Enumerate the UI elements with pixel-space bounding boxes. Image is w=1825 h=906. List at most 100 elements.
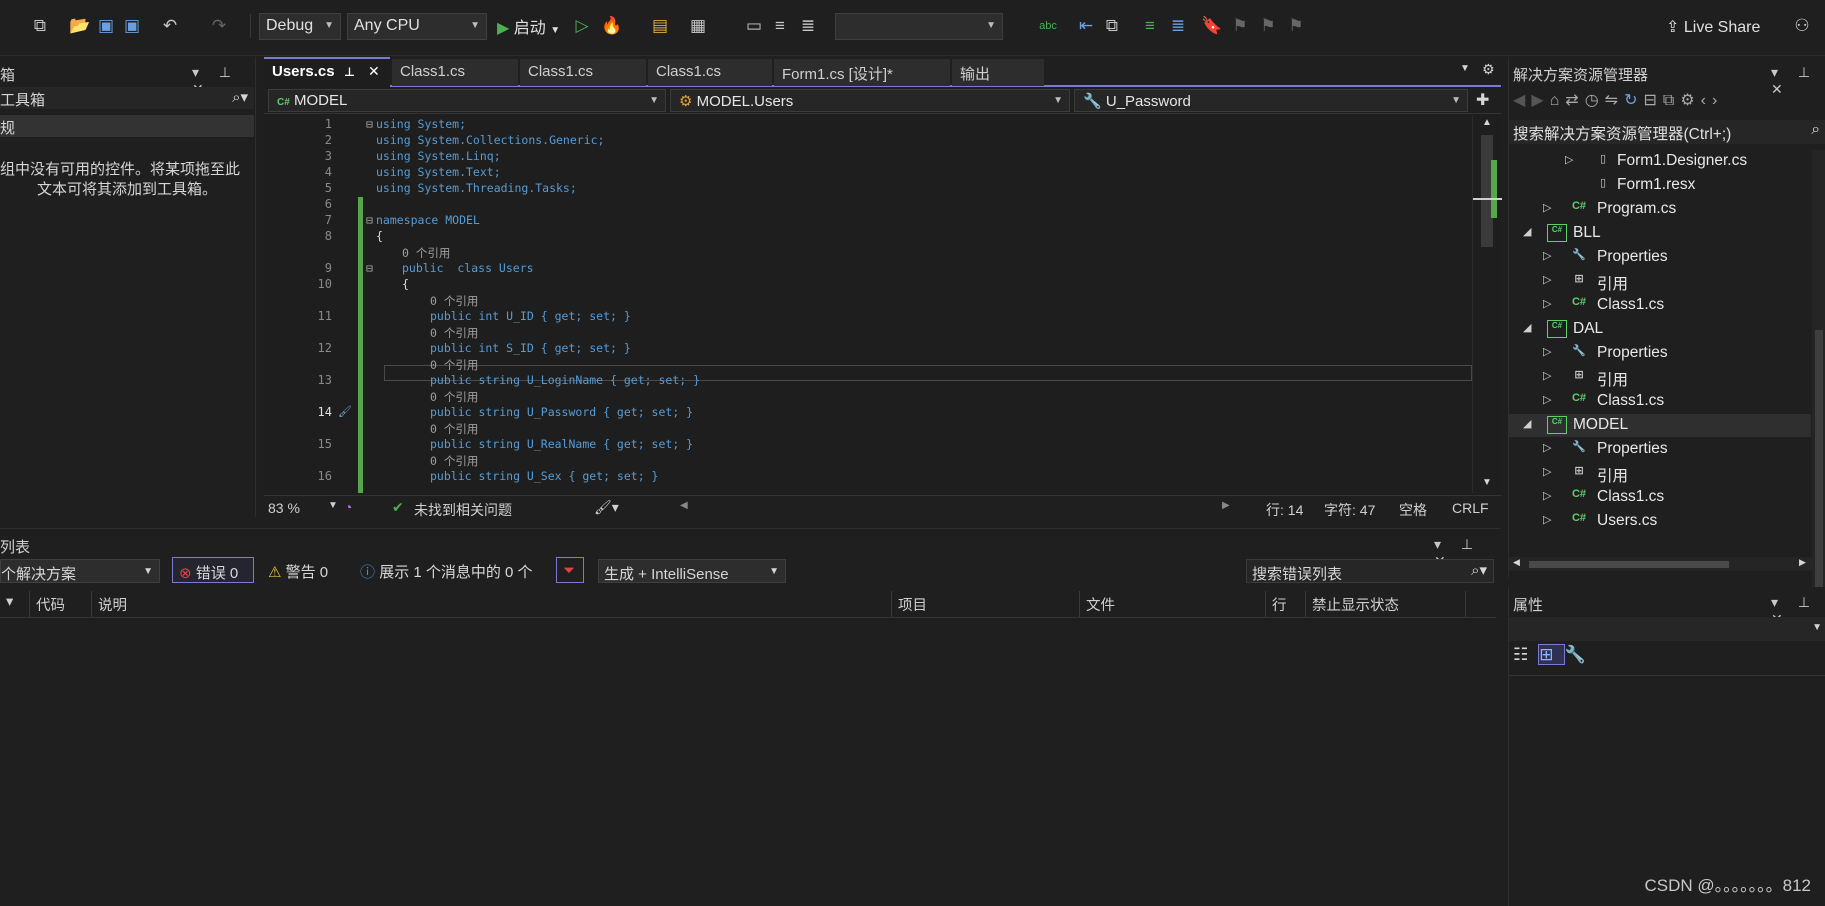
scroll-up-icon[interactable]: ▲: [1482, 117, 1492, 128]
reference-hint[interactable]: 0 个引用: [402, 245, 450, 261]
col-sort-icon[interactable]: ▾: [0, 591, 30, 617]
back-icon[interactable]: ◀: [1513, 92, 1531, 109]
collapse-icon[interactable]: ⊟: [366, 117, 373, 131]
build-source-select[interactable]: 生成 + IntelliSense ▼: [598, 559, 786, 583]
align-icon[interactable]: ≡: [768, 14, 792, 38]
copy-icon[interactable]: ⧉: [1663, 92, 1680, 109]
warnings-filter-button[interactable]: ⚠ 警告 0: [262, 557, 334, 583]
whitespace-mode[interactable]: 空格: [1399, 500, 1427, 520]
categorized-icon[interactable]: ☷: [1513, 645, 1538, 664]
home-icon[interactable]: ⌂: [1550, 92, 1566, 109]
tree-item-dal-references[interactable]: ▷ ⊞ 引用: [1509, 366, 1811, 389]
properties-toolbar[interactable]: ☷⊞🔧: [1513, 644, 1596, 671]
platform-select[interactable]: Any CPU ▼: [347, 13, 487, 40]
tree-item-form1-designer[interactable]: ▷ ▯ Form1.Designer.cs: [1509, 150, 1811, 173]
tree-item-dal-properties[interactable]: ▷ 🔧 Properties: [1509, 342, 1811, 365]
account-icon[interactable]: ⚇: [1790, 14, 1814, 38]
tree-item-model-references[interactable]: ▷ ⊞ 引用: [1509, 462, 1811, 485]
property-pages-icon[interactable]: 🔧: [1565, 645, 1596, 664]
reference-hint[interactable]: 0 个引用: [430, 453, 478, 469]
cleanup-brush-icon[interactable]: 🖌▾: [594, 499, 619, 516]
issues-status[interactable]: 未找到相关问题: [414, 500, 512, 520]
refresh-icon[interactable]: ↻: [1624, 92, 1643, 109]
editor-vertical-scrollbar[interactable]: ▲ ▼: [1472, 115, 1502, 493]
reference-hint[interactable]: 0 个引用: [430, 293, 478, 309]
reference-hint[interactable]: 0 个引用: [430, 357, 478, 373]
tab-class1-cs-2[interactable]: Class1.cs: [520, 59, 646, 86]
hot-reload-icon[interactable]: 🔥: [600, 14, 624, 38]
settings-icon[interactable]: ⚙: [1680, 92, 1700, 109]
solution-search-input[interactable]: 搜索解决方案资源管理器(Ctrl+;) ⌕: [1509, 120, 1825, 144]
scroll-right-icon[interactable]: ▶: [1799, 557, 1806, 568]
quick-action-brush-icon[interactable]: 🖌: [338, 405, 352, 418]
collapse-icon[interactable]: ⊟: [366, 261, 373, 275]
tab-class1-cs-1[interactable]: Class1.cs: [392, 59, 518, 86]
scroll-thumb[interactable]: [1815, 330, 1823, 610]
split-editor-icon[interactable]: ✚: [1476, 90, 1489, 110]
clear-bookmark-icon[interactable]: ⚑: [1284, 14, 1308, 38]
start-button[interactable]: ▶ 启动 ▼: [497, 14, 560, 38]
collapse-all-icon[interactable]: ⊟: [1643, 92, 1662, 109]
tree-item-bll-properties[interactable]: ▷ 🔧 Properties: [1509, 246, 1811, 269]
settings-gear-icon[interactable]: ⚙: [1482, 61, 1495, 78]
tree-item-model-properties[interactable]: ▷ 🔧 Properties: [1509, 438, 1811, 461]
tree-item-form1-resx[interactable]: ▯ Form1.resx: [1509, 174, 1811, 197]
zoom-dropdown-icon[interactable]: ▼: [328, 500, 338, 511]
folder-icon[interactable]: ▤: [648, 14, 672, 38]
type-nav-combo[interactable]: ⚙ MODEL.Users ▼: [670, 89, 1070, 112]
live-share-button[interactable]: ⇪ Live Share: [1666, 17, 1760, 37]
scope-select[interactable]: 个解决方案 ▼: [0, 559, 160, 583]
step-icon[interactable]: ⇤: [1074, 14, 1098, 38]
scroll-left-icon[interactable]: ◀: [1513, 557, 1520, 568]
undo-icon[interactable]: ↶: [158, 14, 182, 38]
tree-item-bll-class1[interactable]: ▷ C# Class1.cs: [1509, 294, 1811, 317]
tab-output[interactable]: 输出: [952, 59, 1044, 86]
save-all-icon[interactable]: ▣: [120, 14, 144, 38]
toolbox-section-general[interactable]: 规: [0, 115, 254, 137]
member-nav-combo[interactable]: 🔧 U_Password ▼: [1074, 89, 1468, 112]
properties-object-select[interactable]: ▼: [1509, 617, 1825, 641]
history-icon[interactable]: ◷: [1585, 92, 1605, 109]
zoom-level[interactable]: 83 %: [268, 500, 300, 516]
close-icon[interactable]: ✕: [368, 63, 380, 80]
find-combo[interactable]: ▼: [835, 13, 1003, 40]
filter-icon[interactable]: ⏷: [556, 557, 584, 583]
cursor-char[interactable]: 字符: 47: [1324, 500, 1375, 520]
scroll-thumb[interactable]: [1529, 561, 1729, 568]
tab-users-cs[interactable]: Users.cs ⊥ ✕: [264, 57, 390, 87]
redo-icon[interactable]: ↷: [207, 14, 231, 38]
save-icon[interactable]: ▣: [94, 14, 118, 38]
next-bookmark-icon[interactable]: ⚑: [1256, 14, 1280, 38]
spellcheck-icon[interactable]: abc: [1036, 14, 1060, 38]
tree-item-model[interactable]: ◢ C# MODEL: [1509, 414, 1811, 437]
compare-icon[interactable]: ⧉: [1100, 14, 1124, 38]
tree-item-bll-references[interactable]: ▷ ⊞ 引用: [1509, 270, 1811, 293]
preview-icon[interactable]: ‹›: [1701, 92, 1724, 109]
errors-filter-button[interactable]: ⊗ 错误 0: [172, 557, 254, 583]
bookmark-icon[interactable]: 🔖: [1200, 14, 1224, 38]
copilot-icon[interactable]: ◔: [344, 499, 352, 515]
sync-icon[interactable]: ⇋: [1605, 92, 1624, 109]
toolbox-search[interactable]: 工具箱 ⌕▾: [0, 87, 254, 109]
tree-item-dal[interactable]: ◢ C# DAL: [1509, 318, 1811, 341]
collapse-icon[interactable]: ⊟: [366, 213, 373, 227]
uncomment-icon[interactable]: ≣: [1166, 14, 1190, 38]
tab-class1-cs-3[interactable]: Class1.cs: [648, 59, 772, 86]
tree-item-dal-class1[interactable]: ▷ C# Class1.cs: [1509, 390, 1811, 413]
comment-icon[interactable]: ≡: [1138, 14, 1162, 38]
cursor-line[interactable]: 行: 14: [1266, 500, 1303, 520]
reference-hint[interactable]: 0 个引用: [430, 421, 478, 437]
tree-item-model-users[interactable]: ▷ C# Users.cs: [1509, 510, 1811, 533]
col-line[interactable]: 行: [1266, 591, 1306, 617]
col-suppression[interactable]: 禁止显示状态: [1306, 591, 1466, 617]
error-search-input[interactable]: 搜索错误列表 ⌕▾: [1246, 559, 1494, 583]
config-select[interactable]: Debug ▼: [259, 13, 341, 40]
alphabetical-icon[interactable]: ⊞: [1538, 644, 1565, 665]
indent-icon[interactable]: ≣: [796, 14, 820, 38]
scroll-down-icon[interactable]: ▼: [1482, 477, 1492, 488]
window-layout-icon[interactable]: ▦: [686, 14, 710, 38]
tab-form1-design[interactable]: Form1.cs [设计]*: [774, 59, 950, 86]
forward-icon[interactable]: ▶: [1531, 92, 1549, 109]
document-icon[interactable]: ▭: [742, 14, 766, 38]
tab-list-dropdown-icon[interactable]: ▼: [1460, 63, 1470, 74]
